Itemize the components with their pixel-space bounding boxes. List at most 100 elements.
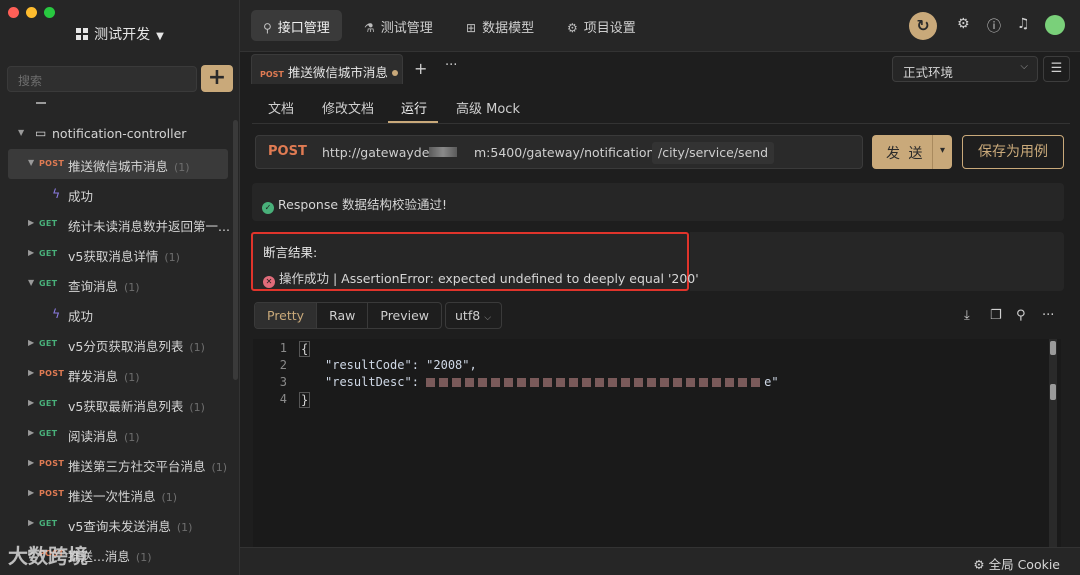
send-label: 发 送 xyxy=(886,146,925,162)
subtab-doc[interactable]: 文档 xyxy=(268,98,294,117)
tree-item-label: 群发消息 xyxy=(68,369,119,384)
environment-menu-button[interactable]: ☰ xyxy=(1043,56,1070,82)
more-tabs-icon[interactable]: ··· xyxy=(445,58,457,73)
sync-icon[interactable]: ↻ xyxy=(909,12,937,40)
global-cookie-button[interactable]: ⚙ 全局 Cookie xyxy=(973,554,1060,573)
url-bar[interactable]: POST http://gatewayde m:5400/gateway/not… xyxy=(255,135,863,169)
tree-item-get-unread[interactable]: ▶ GET 统计未读消息数并返回第一... xyxy=(0,209,232,239)
chevron-down-icon: ⌵ xyxy=(1020,61,1028,72)
response-scrollbar[interactable] xyxy=(1049,339,1057,547)
method-badge: GET xyxy=(39,429,58,438)
tab-api-management[interactable]: ⚲ 接口管理 xyxy=(251,10,342,41)
tree-item-get-query[interactable]: ▼ GET 查询消息 (1) xyxy=(0,269,232,299)
bell-icon[interactable]: ♫ xyxy=(1017,16,1030,32)
line-number: 4 xyxy=(279,392,287,406)
method-badge: POST xyxy=(39,489,65,498)
download-icon[interactable]: ⤓ xyxy=(964,308,970,323)
line-number: 2 xyxy=(279,358,287,372)
method-badge: GET xyxy=(39,279,58,288)
tree-item-get-paged[interactable]: ▶ GET v5分页获取消息列表 (1) xyxy=(0,329,232,359)
view-raw[interactable]: Raw xyxy=(317,303,369,328)
method-badge: GET xyxy=(39,219,58,228)
case-count: (1) xyxy=(161,491,178,504)
case-count: (1) xyxy=(124,431,140,444)
tree-item-case-success[interactable]: ϟ 成功 xyxy=(0,179,232,209)
view-preview[interactable]: Preview xyxy=(368,303,441,328)
case-count: (1) xyxy=(189,401,205,414)
chevron-right-icon: ▶ xyxy=(28,368,35,377)
tree-item-label: 推送一次性消息 xyxy=(68,489,156,504)
tree-item-post-social[interactable]: ▶ POST 推送第三方社交平台消息 (1) xyxy=(0,449,232,479)
case-count: (1) xyxy=(189,341,205,354)
case-count: (1) xyxy=(135,551,152,564)
view-pretty[interactable]: Pretty xyxy=(255,303,318,328)
settings-icon[interactable]: ⚙ xyxy=(957,16,970,32)
new-tab-icon[interactable]: + xyxy=(414,59,427,78)
tree-item-get-latest[interactable]: ▶ GET v5获取最新消息列表 (1) xyxy=(0,389,232,419)
request-method[interactable]: POST xyxy=(268,144,307,159)
tree-item-label: v5获取最新消息列表 xyxy=(68,399,184,414)
send-button[interactable]: 发 送 ▾ xyxy=(872,135,952,169)
copy-icon[interactable]: ❐ xyxy=(990,308,1002,323)
folder-notification-controller[interactable]: ▼ ▭ notification-controller xyxy=(0,119,232,149)
chevron-right-icon: ▶ xyxy=(28,248,35,257)
tree-item-post-once[interactable]: ▶ POST 推送一次性消息 (1) xyxy=(0,479,232,509)
url-host[interactable]: http://gatewayde xyxy=(316,142,466,164)
more-icon[interactable]: ··· xyxy=(1042,308,1054,323)
encoding-select[interactable]: utf8 ⌵ xyxy=(445,302,502,329)
url-port-path[interactable]: m:5400/gateway/notification xyxy=(468,142,660,164)
tree-item-case-success[interactable]: ϟ 成功 xyxy=(0,299,232,329)
request-tab[interactable]: POST 推送微信城市消息 xyxy=(251,54,403,84)
chevron-right-icon: ▶ xyxy=(28,398,35,407)
chevron-right-icon: ▶ xyxy=(28,488,35,497)
tab-data-model[interactable]: ⊞ 数据模型 xyxy=(454,10,546,41)
subtab-run[interactable]: 运行 xyxy=(401,98,427,117)
subtab-divider xyxy=(252,123,1070,124)
response-body[interactable]: 1 2 3 4 { "resultCode": "2008", "resultD… xyxy=(253,339,1061,547)
tree-item-post-group[interactable]: ▶ POST 群发消息 (1) xyxy=(0,359,232,389)
chevron-down-icon: ▼ xyxy=(28,278,35,287)
folder-icon: ▭ xyxy=(35,126,47,140)
add-button[interactable]: + xyxy=(201,65,233,92)
error-icon: ✕ xyxy=(263,276,275,288)
grid-icon xyxy=(76,28,89,40)
tree-item-get-unsent[interactable]: ▶ GET v5查询未发送消息 (1) xyxy=(0,509,232,539)
tab-label: 接口管理 xyxy=(277,21,330,36)
assert-panel-bg xyxy=(690,232,1064,291)
environment-select[interactable]: 正式环境 ⌵ xyxy=(892,56,1038,82)
chevron-right-icon: ▶ xyxy=(28,338,35,347)
tree-item-get-read[interactable]: ▶ GET 阅读消息 (1) xyxy=(0,419,232,449)
subtab-advanced-mock[interactable]: 高级 Mock xyxy=(456,98,520,117)
chevron-down-icon[interactable]: ▾ xyxy=(932,135,952,169)
maximize-window-button[interactable] xyxy=(44,7,55,18)
chevron-right-icon: ▶ xyxy=(28,518,35,527)
active-subtab-indicator xyxy=(388,121,438,123)
subtab-edit-doc[interactable]: 修改文档 xyxy=(322,98,374,117)
tab-project-settings[interactable]: ⚙ 项目设置 xyxy=(555,10,648,41)
method-badge: GET xyxy=(39,519,58,528)
tree-item-post-wechat[interactable]: ▼ POST 推送微信城市消息 (1) xyxy=(8,149,228,179)
check-circle-icon: ✓ xyxy=(262,202,274,214)
tree-item-label: v5分页获取消息列表 xyxy=(68,339,184,354)
sidebar-scrollbar[interactable] xyxy=(233,120,238,380)
search-input[interactable]: 搜索 xyxy=(7,66,197,92)
tab-test-management[interactable]: ⚗ 测试管理 xyxy=(352,10,445,41)
window-controls xyxy=(8,7,55,18)
project-switcher[interactable]: 测试开发 ▼ xyxy=(0,24,240,44)
assertion-error: ✕ 操作成功 | AssertionError: expected undefin… xyxy=(263,268,699,288)
case-count: (1) xyxy=(164,251,180,264)
url-path-segment[interactable]: /city/service/send xyxy=(652,142,775,164)
save-as-case-button[interactable]: 保存为用例 xyxy=(962,135,1064,169)
minimize-window-button[interactable] xyxy=(26,7,37,18)
method-badge: POST xyxy=(39,369,65,378)
tree-item-get-detail[interactable]: ▶ GET v5获取消息详情 (1) xyxy=(0,239,232,269)
method-badge: GET xyxy=(39,249,58,258)
sidebar: 测试开发 ▼ 搜索 + ▼ ▭ notification-controller ▼… xyxy=(0,0,240,575)
search-icon[interactable]: ⚲ xyxy=(1016,308,1026,323)
method-badge: GET xyxy=(39,339,58,348)
status-bar: ⚙ 全局 Cookie xyxy=(240,547,1080,575)
avatar[interactable] xyxy=(1045,15,1065,35)
close-window-button[interactable] xyxy=(8,7,19,18)
help-icon[interactable]: ⓘ xyxy=(987,16,1001,36)
tree-item-label: v5获取消息详情 xyxy=(68,249,159,264)
